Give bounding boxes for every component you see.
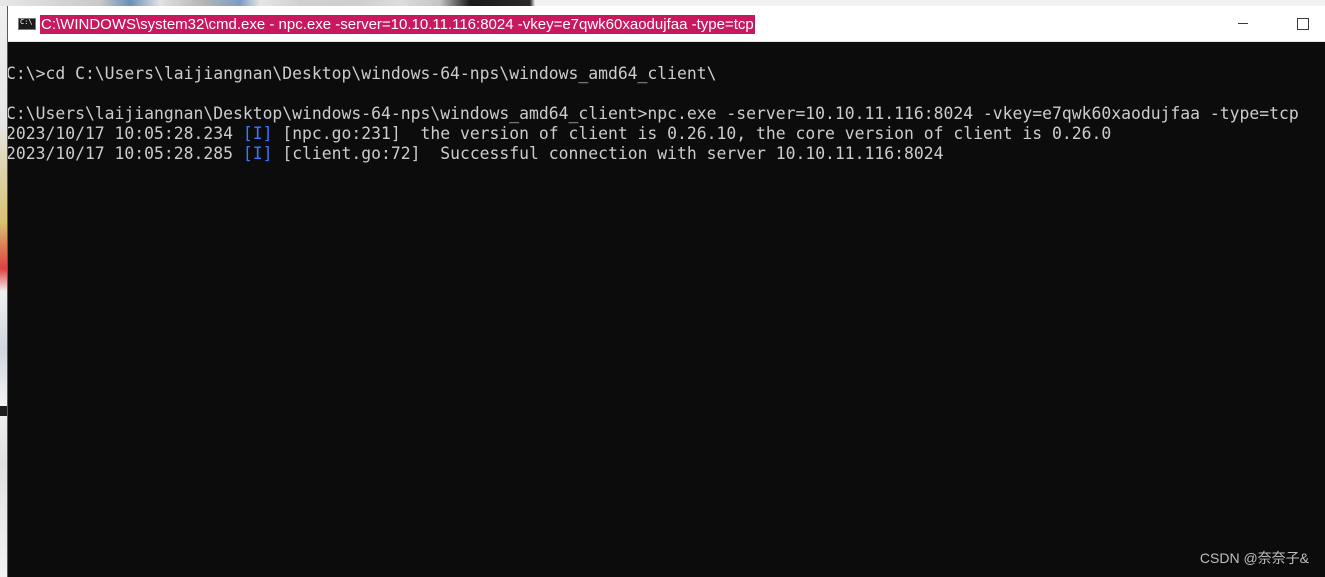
background-window-edge	[0, 6, 7, 577]
title-bar[interactable]: C:\WINDOWS\system32\cmd.exe - npc.exe -s…	[8, 6, 1325, 42]
cmd-icon[interactable]	[18, 18, 36, 30]
log-level-tag: [I]	[242, 124, 273, 143]
log-line: 2023/10/17 10:05:28.285 [I] [client.go:7…	[8, 144, 1325, 164]
log-timestamp: 2023/10/17 10:05:28.285	[8, 144, 243, 163]
log-line: 2023/10/17 10:05:28.234 [I] [npc.go:231]…	[8, 124, 1325, 144]
minimize-button[interactable]	[1220, 6, 1266, 42]
window-title: C:\WINDOWS\system32\cmd.exe - npc.exe -s…	[40, 15, 755, 34]
console-line-blank	[8, 84, 1325, 104]
maximize-button[interactable]	[1280, 6, 1325, 42]
log-message: [client.go:72] Successful connection wit…	[272, 144, 944, 163]
watermark: CSDN @奈奈子&	[1199, 550, 1309, 566]
log-level-tag: [I]	[242, 144, 273, 163]
console-output[interactable]: C:\>cd C:\Users\laijiangnan\Desktop\wind…	[8, 43, 1325, 577]
console-line: C:\>cd C:\Users\laijiangnan\Desktop\wind…	[8, 64, 717, 83]
log-timestamp: 2023/10/17 10:05:28.234	[8, 124, 243, 143]
background-window-fragment	[0, 406, 7, 416]
cmd-window[interactable]: C:\WINDOWS\system32\cmd.exe - npc.exe -s…	[7, 6, 1325, 577]
console-line: C:\Users\laijiangnan\Desktop\windows-64-…	[8, 104, 1299, 123]
log-message: [npc.go:231] the version of client is 0.…	[272, 124, 1112, 143]
desktop: C:\WINDOWS\system32\cmd.exe - npc.exe -s…	[0, 0, 1325, 577]
